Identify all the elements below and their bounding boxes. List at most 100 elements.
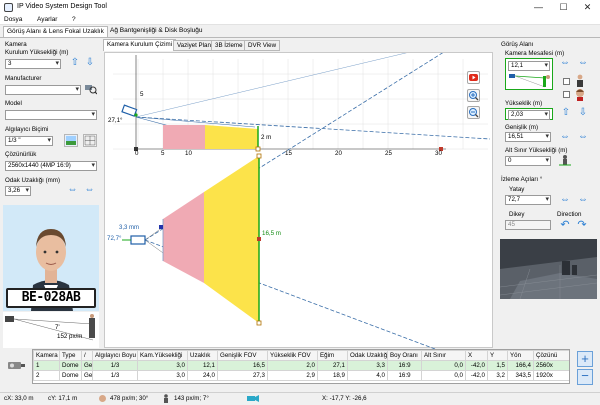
tab-bandwidth[interactable]: Ağ Bantgenişliği & Disk Boşluğu <box>107 26 206 37</box>
col-slash[interactable]: / <box>81 350 93 361</box>
fov-section-title: Görüş Alanı <box>501 41 534 48</box>
status-coordinates: X: -17,7 Y: -26,6 <box>322 395 367 402</box>
distance-decrease-arrow-icon[interactable]: ⇔ <box>559 58 571 68</box>
camera-search-icon[interactable] <box>84 83 98 95</box>
zoom-out-icon[interactable] <box>467 106 480 119</box>
rotate-right-icon[interactable]: ↷ <box>576 220 588 231</box>
table-cell: -42,0 <box>465 360 488 371</box>
camera-distance-select[interactable]: 12,1 <box>508 61 550 71</box>
zoom-in-icon[interactable] <box>467 89 480 102</box>
col-lower-limit[interactable]: Alt Sınır <box>421 350 466 361</box>
face-icon <box>575 88 585 101</box>
menu-dosya[interactable]: Dosya <box>4 16 22 23</box>
table-cell: 166,4 <box>507 360 534 371</box>
table-cell: 1,5 <box>487 360 508 371</box>
width-increase-arrow-icon[interactable]: ⇔ <box>577 132 589 142</box>
focal-increase-arrow-icon[interactable]: ⇔ <box>83 185 96 195</box>
table-row[interactable]: 2 Dome Ge 1/3 3,0 24,0 27,3 2,9 18,9 4,0… <box>33 370 569 381</box>
col-camera-height[interactable]: Kam.Yüksekliği <box>137 350 188 361</box>
minimize-button[interactable]: — <box>526 0 551 15</box>
x-tick-5: 5 <box>161 150 165 157</box>
distance-increase-arrow-icon[interactable]: ⇔ <box>577 58 589 68</box>
col-type[interactable]: Type <box>59 350 82 361</box>
col-camera-no[interactable]: Kamera No <box>33 350 60 361</box>
tab-camera-setup[interactable]: Kamera Kurulum Çizimi <box>103 39 176 51</box>
col-sensor-size[interactable]: Algılayıcı Boyu <box>92 350 138 361</box>
focal-decrease-arrow-icon[interactable]: ⇔ <box>66 185 79 195</box>
camera-list-icon[interactable] <box>4 354 28 378</box>
col-height-fov[interactable]: Yükseklik FOV <box>267 350 318 361</box>
menu-bar: Dosya Ayarlar ? <box>0 15 600 25</box>
person-checkbox-2[interactable] <box>563 91 570 98</box>
col-focal-length[interactable]: Odak Uzaklığı <box>347 350 388 361</box>
focal-length-select[interactable]: 3,26 <box>5 186 31 196</box>
col-resolution[interactable]: Çözünü <box>533 350 569 361</box>
col-distance[interactable]: Uzaklık <box>187 350 218 361</box>
fov-height-select[interactable]: 2,03 <box>508 110 550 120</box>
table-cell: 0,0 <box>421 360 466 371</box>
tab-3d-view[interactable]: 3B İzleme <box>211 40 247 51</box>
menu-ayarlar[interactable]: Ayarlar <box>37 16 57 23</box>
sensor-format-label: Algılayıcı Biçimi <box>5 126 49 133</box>
remove-camera-button[interactable]: − <box>577 369 593 385</box>
table-cell: 1920x <box>533 370 569 381</box>
table-row[interactable]: 1 Dome Ge 1/3 3,0 12,1 16,5 2,0 27,1 3,3… <box>33 360 569 371</box>
close-button[interactable]: ✕ <box>575 0 600 15</box>
tab-dvr-view[interactable]: DVR View <box>244 40 281 51</box>
manufacturer-label: Manufacturer <box>5 75 42 82</box>
manufacturer-select[interactable] <box>5 85 81 95</box>
lower-limit-label: Alt Sınır Yüksekliği (m) <box>505 147 568 154</box>
3d-preview <box>500 239 597 299</box>
video-play-icon[interactable] <box>467 71 480 84</box>
model-select[interactable] <box>5 110 97 120</box>
install-height-select[interactable]: 3 <box>5 59 61 69</box>
menu-help[interactable]: ? <box>72 16 76 23</box>
col-direction[interactable]: Yön <box>507 350 534 361</box>
distance-group: 12,1 <box>505 58 553 90</box>
fov-width-select[interactable]: 16,51 <box>505 132 551 142</box>
pitch-label: Dikey <box>509 211 525 218</box>
tab-field-of-view[interactable]: Görüş Alanı & Lens Fokal Uzaklık <box>3 26 108 37</box>
sensor-grid-icon[interactable] <box>83 134 97 147</box>
x-tick-15: 15 <box>285 150 292 157</box>
add-camera-button[interactable]: + <box>577 351 593 367</box>
fov-height-down-arrow-icon[interactable]: ⇩ <box>578 108 588 118</box>
col-y[interactable]: Y <box>487 350 508 361</box>
sensor-format-select[interactable]: 1/3 " <box>5 136 53 146</box>
table-cell: Dome <box>59 370 82 381</box>
lower-person-icon <box>559 154 571 166</box>
resolution-select[interactable]: 2560x1440 (4MP 16:9) <box>5 161 97 171</box>
height-up-arrow-icon[interactable]: ⇧ <box>70 58 80 68</box>
fov-width-label: 16,5 m <box>262 230 281 237</box>
camera-distance-label: Kamera Mesafesi (m) <box>505 50 565 57</box>
col-aspect-ratio[interactable]: Boy Oranı <box>387 350 422 361</box>
rotate-left-icon[interactable]: ↶ <box>559 220 571 231</box>
direction-label: Direction <box>557 211 582 218</box>
col-tilt[interactable]: Eğim <box>317 350 348 361</box>
x-tick-20: 20 <box>335 150 342 157</box>
height-down-arrow-icon[interactable]: ⇩ <box>85 58 95 68</box>
drawing-canvas[interactable]: 27,1° 5 0 5 10 15 20 25 30 2 m 72,7° 3,3… <box>104 52 493 349</box>
yaw-select[interactable]: 72,7 <box>505 195 551 205</box>
yaw-decrease-arrow-icon[interactable]: ⇔ <box>559 195 571 205</box>
width-decrease-arrow-icon[interactable]: ⇔ <box>559 132 571 142</box>
pan-angle-label: 72,7° <box>107 235 122 242</box>
fov-height-up-arrow-icon[interactable]: ⇧ <box>561 108 571 118</box>
col-width-fov[interactable]: Genişlik FOV <box>217 350 268 361</box>
col-x[interactable]: X <box>465 350 488 361</box>
lower-limit-select[interactable]: 0 <box>505 156 551 166</box>
maximize-button[interactable]: ☐ <box>551 0 576 15</box>
table-cell: 27,3 <box>217 370 268 381</box>
table-cell: 24,0 <box>187 370 218 381</box>
status-face-icon <box>98 394 107 405</box>
status-camera-icon <box>246 394 260 405</box>
pitch-field[interactable]: 45 <box>505 220 551 230</box>
yaw-increase-arrow-icon[interactable]: ⇔ <box>577 195 589 205</box>
sensor-image-icon[interactable] <box>64 134 78 147</box>
person-checkbox-1[interactable] <box>563 78 570 85</box>
table-cell: 3,0 <box>137 370 188 381</box>
viewing-angles-title: İzleme Açıları ° <box>501 176 543 183</box>
table-cell: 18,9 <box>317 370 348 381</box>
height-tick-label: 5 <box>140 91 144 98</box>
table-cell: 3,3 <box>347 360 388 371</box>
